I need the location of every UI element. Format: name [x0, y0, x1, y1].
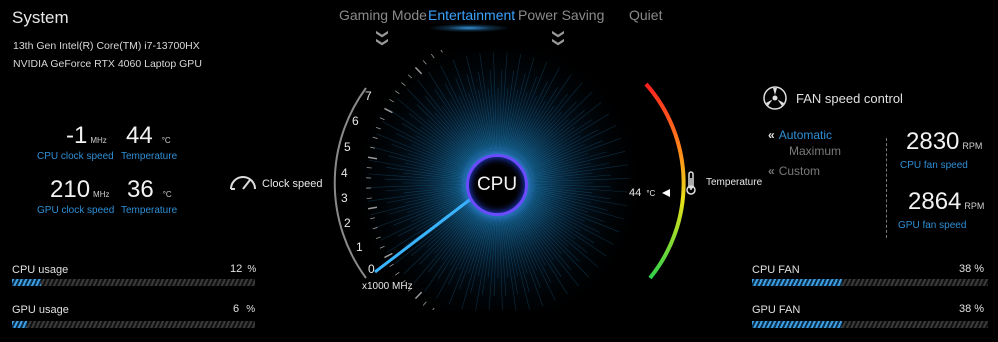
gauge-tick-label: 5 — [344, 140, 351, 154]
gpu-usage-label: GPU usage — [12, 304, 69, 316]
gauge-tick-label: 6 — [352, 114, 359, 128]
cpu-temp-readout: 44 °C — [126, 122, 171, 150]
cpu-usage-fill — [12, 279, 42, 286]
gpu-fan-rpm-readout: 2864 RPM — [908, 188, 984, 216]
gauge-temp-readout: 44 °C — [629, 187, 655, 199]
gauge-unit-label: x1000 MHz — [362, 281, 413, 292]
cpu-temp-label: Temperature — [121, 151, 178, 162]
gpu-fan-fill — [752, 321, 842, 328]
gpu-fan-bar-label: GPU FAN — [752, 304, 801, 316]
clock-speed-label: Clock speed — [262, 178, 323, 190]
fan-mode-label: Custom — [778, 164, 821, 178]
cpu-fan-bar — [752, 279, 988, 286]
fan-mode-maximum[interactable]: Maximum — [789, 144, 841, 158]
cpu-fan-speed-label: CPU fan speed — [900, 160, 968, 171]
cpu-clock-unit: MHz — [90, 136, 107, 145]
gpu-fan-rpm-unit: RPM — [964, 201, 985, 211]
mode-tabs: Gaming Mode Entertainment Power Saving Q… — [0, 0, 998, 45]
gpu-temp-readout: 36 °C — [127, 176, 172, 204]
cpu-clock-value: -1 — [66, 122, 88, 149]
gauge-temp-value: 44 — [629, 187, 642, 199]
tab-power-saving[interactable]: Power Saving — [518, 7, 604, 23]
cpu-usage-unit: % — [247, 264, 257, 275]
gpu-clock-value: 210 — [50, 176, 91, 203]
temperature-pointer — [662, 189, 670, 197]
cpu-fan-rpm-value: 2830 — [906, 128, 960, 155]
cpu-usage-value: 12 — [230, 263, 243, 275]
gauge-tick-label: 3 — [341, 191, 348, 205]
gpu-temp-unit: °C — [162, 190, 172, 199]
fan-mode-automatic[interactable]: «Automatic — [768, 128, 832, 142]
fan-mode-custom[interactable]: «Custom — [768, 164, 820, 178]
gpu-clock-label: GPU clock speed — [37, 205, 115, 216]
cpu-center-badge: CPU — [466, 154, 528, 216]
gpu-temp-label: Temperature — [121, 205, 178, 216]
cpu-fan-bar-value: 38 % — [959, 263, 985, 275]
temperature-arc — [644, 82, 686, 280]
cpu-fan-bar-label: CPU FAN — [752, 264, 800, 276]
thermometer-icon — [686, 171, 696, 195]
gpu-usage-value: 6 — [233, 303, 240, 315]
system-title: System — [12, 8, 69, 27]
gpu-temp-value: 36 — [127, 176, 154, 203]
fan-control-title: FAN speed control — [796, 91, 903, 106]
cpu-clock-label: CPU clock speed — [37, 151, 114, 162]
cpu-usage-bar — [12, 279, 255, 286]
cpu-model: 13th Gen Intel(R) Core(TM) i7-13700HX — [13, 40, 200, 52]
gauge-temp-unit: °C — [646, 189, 656, 198]
active-tab-indicator — [430, 24, 508, 32]
cpu-clock-readout: -1 MHz — [66, 122, 107, 150]
gpu-clock-unit: MHz — [93, 190, 110, 199]
gauge-tick-label: 1 — [356, 240, 363, 254]
fan-icon — [763, 86, 787, 110]
cpu-fan-fill — [752, 279, 842, 286]
fan-divider — [886, 138, 887, 238]
gpu-fan-speed-label: GPU fan speed — [898, 220, 967, 231]
chevron-left-icon: « — [768, 128, 775, 142]
gauge-tick-label: 4 — [341, 166, 348, 180]
gauge-tick-label: 7 — [365, 89, 372, 103]
fan-mode-label: Maximum — [789, 144, 842, 158]
gpu-usage-unit: % — [246, 304, 256, 315]
fan-mode-label: Automatic — [778, 128, 833, 142]
chevron-down-icon[interactable]: ❯❯ — [376, 29, 390, 45]
tab-gaming-mode[interactable]: Gaming Mode — [339, 7, 427, 23]
gpu-model: NVIDIA GeForce RTX 4060 Laptop GPU — [13, 58, 202, 70]
gpu-fan-bar-value: 38 % — [959, 303, 985, 315]
cpu-usage-readout: 12 % — [230, 263, 256, 275]
cpu-fan-rpm-unit: RPM — [962, 141, 983, 151]
speedometer-icon — [230, 176, 256, 190]
gpu-usage-bar — [12, 321, 255, 328]
cpu-fan-rpm-readout: 2830 RPM — [906, 128, 982, 156]
gauge-tick-label: 2 — [344, 216, 351, 230]
chevron-left-icon: « — [768, 164, 775, 178]
cpu-center-label: CPU — [476, 174, 518, 195]
gpu-clock-readout: 210 MHz — [50, 176, 110, 204]
chevron-down-icon[interactable]: ❯❯ — [552, 29, 566, 45]
tab-entertainment[interactable]: Entertainment — [428, 7, 515, 23]
cpu-usage-label: CPU usage — [12, 264, 69, 276]
tab-quiet[interactable]: Quiet — [629, 7, 662, 23]
gpu-usage-fill — [12, 321, 27, 328]
gauge-tick-label: 0 — [368, 262, 375, 276]
gpu-fan-bar — [752, 321, 988, 328]
cpu-temp-unit: °C — [161, 136, 171, 145]
cpu-temp-value: 44 — [126, 122, 153, 149]
gpu-fan-rpm-value: 2864 — [908, 188, 962, 215]
temperature-label: Temperature — [706, 177, 763, 188]
gpu-usage-readout: 6 % — [233, 303, 255, 315]
